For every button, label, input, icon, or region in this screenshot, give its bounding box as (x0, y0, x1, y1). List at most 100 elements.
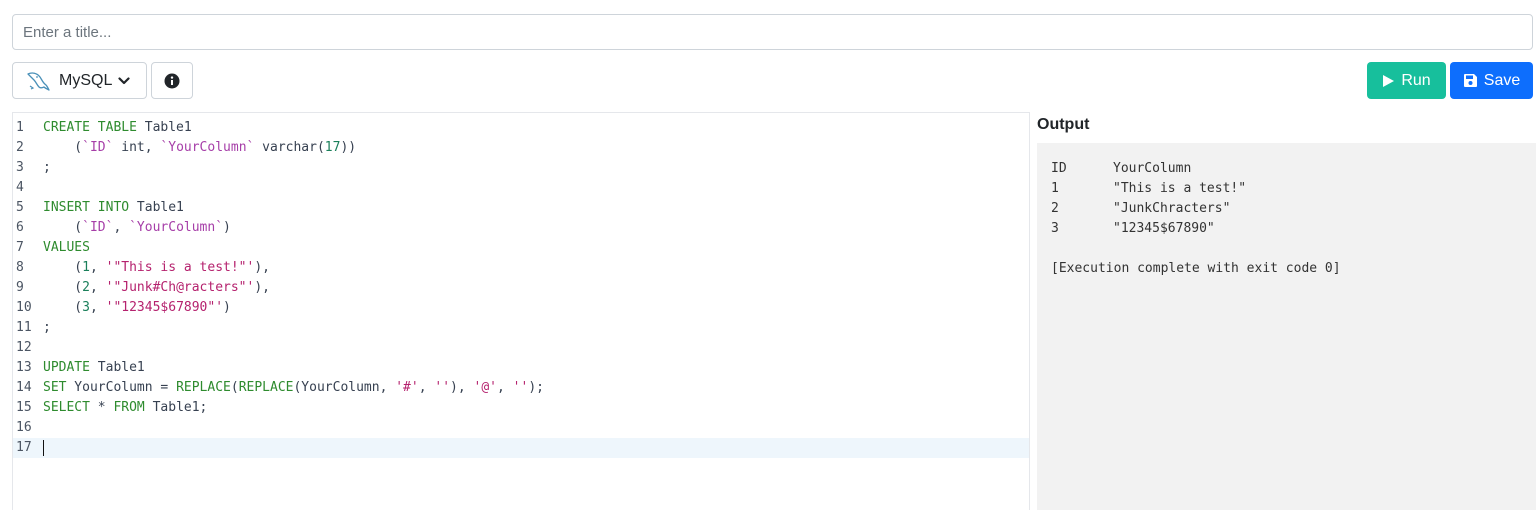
line-number: 6 (16, 220, 24, 235)
code-token: ) (223, 300, 231, 315)
code-line[interactable]: 5 INSERT INTO Table1 (13, 198, 1029, 218)
save-button[interactable]: Save (1450, 62, 1533, 99)
code-text: ; (43, 158, 51, 178)
output-panel: ID YourColumn 1 "This is a test!" 2 "JunkChra… (1037, 143, 1536, 510)
code-line[interactable]: 14 SET YourColumn = REPLACE(REPLACE(YourC… (13, 378, 1029, 398)
code-line[interactable]: 9 (2, '"Junk#Ch@racters"'), (13, 278, 1029, 298)
code-token: ); (528, 380, 544, 395)
code-token: FROM (113, 400, 145, 415)
code-line[interactable]: 17 (13, 438, 1029, 458)
title-input[interactable] (12, 14, 1533, 50)
code-token: , (89, 260, 106, 275)
code-line[interactable]: 13 UPDATE Table1 (13, 358, 1029, 378)
code-token: 1 (82, 260, 90, 275)
play-icon (1382, 74, 1395, 88)
code-token: '@' (473, 380, 497, 395)
code-text: (2, '"Junk#Ch@racters"'), (43, 278, 270, 298)
execution-status: [Execution complete with exit code 0] (1051, 261, 1341, 276)
code-line[interactable]: 7 VALUES (13, 238, 1029, 258)
code-token: ( (43, 280, 83, 295)
code-text: SELECT * FROM Table1; (43, 398, 207, 418)
line-number: 10 (16, 300, 32, 315)
floppy-disk-icon (1463, 73, 1478, 88)
code-text: ; (43, 318, 51, 338)
code-token: REPLACE (176, 380, 231, 395)
info-button[interactable] (151, 62, 193, 99)
line-number: 9 (16, 280, 24, 295)
output-header-row: ID YourColumn (1051, 159, 1536, 179)
code-token: CREATE TABLE (43, 120, 137, 135)
line-number: 17 (16, 440, 32, 455)
code-token: '"12345$67890"' (105, 300, 224, 315)
code-text: INSERT INTO Table1 (43, 198, 184, 218)
run-label: Run (1401, 71, 1431, 89)
code-token: , (497, 380, 513, 395)
code-token: `ID` (82, 220, 114, 235)
code-text: (`ID`, `YourColumn`) (43, 218, 231, 238)
code-line[interactable]: 6 (`ID`, `YourColumn`) (13, 218, 1029, 238)
line-number: 4 (16, 180, 24, 195)
code-token: varchar( (254, 140, 325, 155)
info-circle-icon (164, 73, 180, 89)
code-token: 2 (82, 280, 90, 295)
code-token: REPLACE (238, 380, 294, 395)
code-line[interactable]: 8 (1, '"This is a test!"'), (13, 258, 1029, 278)
code-token: * (89, 400, 114, 415)
code-line[interactable]: 3; (13, 158, 1029, 178)
code-token: (YourColumn, (293, 380, 396, 395)
action-buttons: Run Save (1367, 62, 1533, 99)
mysql-dolphin-icon (25, 70, 51, 92)
line-number: 15 (16, 400, 32, 415)
code-line[interactable]: 11; (13, 318, 1029, 338)
code-token: ), (450, 380, 474, 395)
code-text (43, 438, 44, 458)
code-token: '#' (395, 380, 419, 395)
line-number: 3 (16, 160, 24, 175)
save-label: Save (1483, 71, 1521, 89)
code-token: Table1 (136, 120, 192, 135)
code-token: '"This is a test!"' (105, 260, 255, 275)
language-select-button[interactable]: MySQL (12, 62, 147, 99)
editor-toolbar: MySQL (12, 62, 193, 99)
output-row: 1 "This is a test!" (1051, 179, 1536, 199)
code-token: YourColumn = (66, 380, 177, 395)
code-line[interactable]: 2 (`ID` int, `YourColumn` varchar(17)) (13, 138, 1029, 158)
code-token: ; (43, 160, 51, 175)
code-token: Table1 (89, 360, 145, 375)
code-token: ; (43, 320, 51, 335)
code-token: 17 (324, 140, 341, 155)
code-line[interactable]: 12 (13, 338, 1029, 358)
output-spacer (1051, 239, 1536, 259)
output-cell: 2 (1051, 201, 1059, 216)
run-button[interactable]: Run (1367, 62, 1446, 99)
code-token: Table1; (144, 400, 208, 415)
code-line[interactable]: 1 CREATE TABLE Table1 (13, 118, 1029, 138)
code-token: ( (43, 140, 83, 155)
line-number: 13 (16, 360, 32, 375)
line-number: 7 (16, 240, 24, 255)
output-title: Output (1037, 116, 1090, 133)
code-line[interactable]: 15 SELECT * FROM Table1; (13, 398, 1029, 418)
code-line[interactable]: 4 (13, 178, 1029, 198)
code-text: VALUES (43, 238, 90, 258)
line-number: 14 (16, 380, 32, 395)
line-number: 12 (16, 340, 32, 355)
code-editor[interactable]: 1 CREATE TABLE Table1 2 (`ID` int, `YourCo… (12, 112, 1030, 510)
line-number: 8 (16, 260, 24, 275)
code-line[interactable]: 10 (3, '"12345$67890"') (13, 298, 1029, 318)
code-token: Table1 (129, 200, 184, 215)
code-token: , (89, 300, 106, 315)
code-token: `YourColumn` (129, 220, 224, 235)
code-line[interactable]: 16 (13, 418, 1029, 438)
line-number: 2 (16, 140, 24, 155)
code-token: ( (43, 300, 83, 315)
line-number: 5 (16, 200, 24, 215)
code-token: 3 (82, 300, 90, 315)
code-token: UPDATE (43, 360, 90, 375)
output-row: 3 "12345$67890" (1051, 219, 1536, 239)
code-token: ( (43, 260, 83, 275)
code-token: SELECT (43, 400, 90, 415)
code-token: ) (223, 220, 231, 235)
output-cell: 3 (1051, 221, 1059, 236)
code-text: SET YourColumn = REPLACE(REPLACE(YourCol… (43, 378, 544, 398)
